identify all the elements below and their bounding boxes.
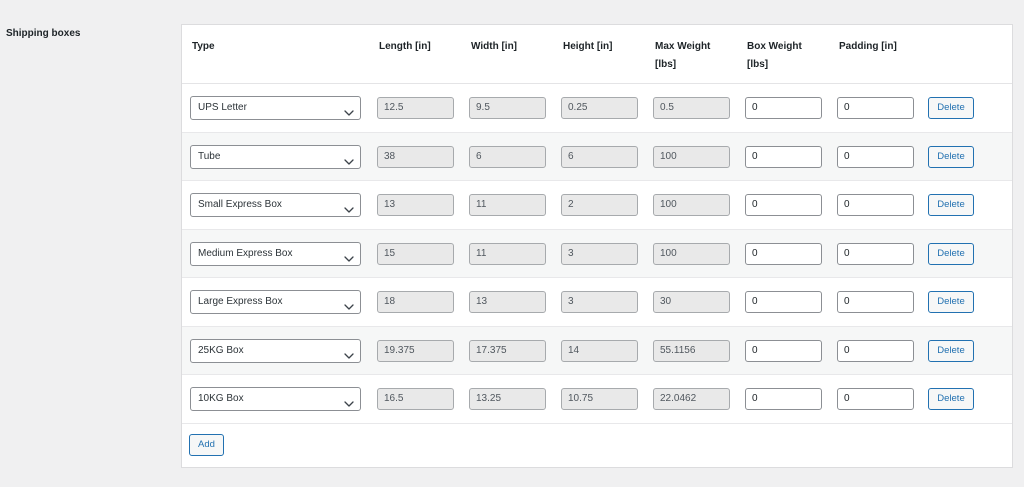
height-field: 10.75 xyxy=(561,388,638,410)
header-padding: Padding [in] xyxy=(839,41,897,52)
max-weight-field: 100 xyxy=(653,145,730,168)
box-weight-input[interactable]: 0 xyxy=(745,242,822,265)
height-field: 3 xyxy=(561,242,638,265)
header-box-weight: Box Weight xyxy=(747,41,802,52)
table-row: Large Express Box 18 13 3 30 0 0 Delete xyxy=(182,278,1012,327)
header-max-weight-unit: [lbs] xyxy=(655,59,677,70)
max-weight-field: 30 xyxy=(653,291,730,313)
chevron-down-icon xyxy=(344,201,354,213)
box-type-select[interactable]: Large Express Box xyxy=(190,290,361,314)
delete-button[interactable]: Delete xyxy=(928,339,974,362)
box-type-select[interactable]: Tube xyxy=(190,144,361,169)
chevron-down-icon xyxy=(344,104,354,116)
max-weight-field: 22.0462 xyxy=(653,388,730,410)
delete-button[interactable]: Delete xyxy=(928,388,974,410)
padding-input[interactable]: 0 xyxy=(837,291,914,313)
table-row: UPS Letter 12.5 9.5 0.25 0.5 0 0 Delete xyxy=(182,84,1012,133)
table-row: Tube 38 6 6 100 0 0 Delete xyxy=(182,132,1012,181)
length-field: 19.375 xyxy=(377,339,454,362)
header-length: Length [in] xyxy=(379,41,431,52)
length-field: 18 xyxy=(377,291,454,313)
length-field: 13 xyxy=(377,194,454,216)
padding-input[interactable]: 0 xyxy=(837,145,914,168)
box-type-value: 10KG Box xyxy=(198,393,244,404)
max-weight-field: 100 xyxy=(653,242,730,265)
box-weight-input[interactable]: 0 xyxy=(745,339,822,362)
header-height: Height [in] xyxy=(563,41,613,52)
box-type-value: Large Express Box xyxy=(198,296,283,307)
table-row: Small Express Box 13 11 2 100 0 0 Delete xyxy=(182,181,1012,230)
chevron-down-icon xyxy=(344,347,354,359)
padding-input[interactable]: 0 xyxy=(837,242,914,265)
header-max-weight: Max Weight xyxy=(655,41,711,52)
box-type-value: Tube xyxy=(198,150,221,162)
header-width: Width [in] xyxy=(471,41,518,52)
table-row: Medium Express Box 15 11 3 100 0 0 Delete xyxy=(182,229,1012,278)
padding-input[interactable]: 0 xyxy=(837,194,914,216)
box-type-value: Small Express Box xyxy=(198,199,282,210)
delete-button[interactable]: Delete xyxy=(928,291,974,313)
chevron-down-icon xyxy=(344,298,354,310)
delete-button[interactable]: Delete xyxy=(928,145,974,168)
box-type-select[interactable]: Small Express Box xyxy=(190,193,361,217)
box-rows: UPS Letter 12.5 9.5 0.25 0.5 0 0 Delete Tube 38 6 6… xyxy=(182,84,1012,424)
height-field: 2 xyxy=(561,194,638,216)
header-type: Type xyxy=(192,41,215,52)
box-type-value: Medium Express Box xyxy=(198,247,293,259)
width-field: 9.5 xyxy=(469,97,546,119)
box-weight-input[interactable]: 0 xyxy=(745,145,822,168)
chevron-down-icon xyxy=(344,250,354,262)
width-field: 6 xyxy=(469,145,546,168)
box-weight-input[interactable]: 0 xyxy=(745,388,822,410)
height-field: 0.25 xyxy=(561,97,638,119)
padding-input[interactable]: 0 xyxy=(837,339,914,362)
padding-input[interactable]: 0 xyxy=(837,97,914,119)
max-weight-field: 100 xyxy=(653,194,730,216)
width-field: 11 xyxy=(469,242,546,265)
add-button[interactable]: Add xyxy=(189,434,224,456)
length-field: 16.5 xyxy=(377,388,454,410)
header-box-weight-unit: [lbs] xyxy=(747,59,769,70)
height-field: 14 xyxy=(561,339,638,362)
box-weight-input[interactable]: 0 xyxy=(745,97,822,119)
chevron-down-icon xyxy=(344,153,354,165)
shipping-boxes-panel: Type Length [in] Width [in] Height [in] … xyxy=(181,24,1013,468)
width-field: 11 xyxy=(469,194,546,216)
width-field: 13.25 xyxy=(469,388,546,410)
width-field: 17.375 xyxy=(469,339,546,362)
max-weight-field: 55.1156 xyxy=(653,339,730,362)
chevron-down-icon xyxy=(344,395,354,407)
box-type-select[interactable]: UPS Letter xyxy=(190,96,361,120)
delete-button[interactable]: Delete xyxy=(928,242,974,265)
box-weight-input[interactable]: 0 xyxy=(745,194,822,216)
box-type-value: UPS Letter xyxy=(198,102,247,113)
box-type-select[interactable]: Medium Express Box xyxy=(190,241,361,266)
delete-button[interactable]: Delete xyxy=(928,194,974,216)
box-type-value: 25KG Box xyxy=(198,344,244,356)
delete-button[interactable]: Delete xyxy=(928,97,974,119)
box-type-select[interactable]: 10KG Box xyxy=(190,387,361,411)
box-weight-input[interactable]: 0 xyxy=(745,291,822,313)
table-header: Type Length [in] Width [in] Height [in] … xyxy=(182,25,1012,84)
box-type-select[interactable]: 25KG Box xyxy=(190,338,361,363)
height-field: 3 xyxy=(561,291,638,313)
padding-input[interactable]: 0 xyxy=(837,388,914,410)
table-row: 25KG Box 19.375 17.375 14 55.1156 0 0 Delete xyxy=(182,326,1012,375)
height-field: 6 xyxy=(561,145,638,168)
table-row: 10KG Box 16.5 13.25 10.75 22.0462 0 0 Delete xyxy=(182,375,1012,424)
length-field: 15 xyxy=(377,242,454,265)
max-weight-field: 0.5 xyxy=(653,97,730,119)
width-field: 13 xyxy=(469,291,546,313)
length-field: 12.5 xyxy=(377,97,454,119)
length-field: 38 xyxy=(377,145,454,168)
section-label: Shipping boxes xyxy=(6,28,81,39)
